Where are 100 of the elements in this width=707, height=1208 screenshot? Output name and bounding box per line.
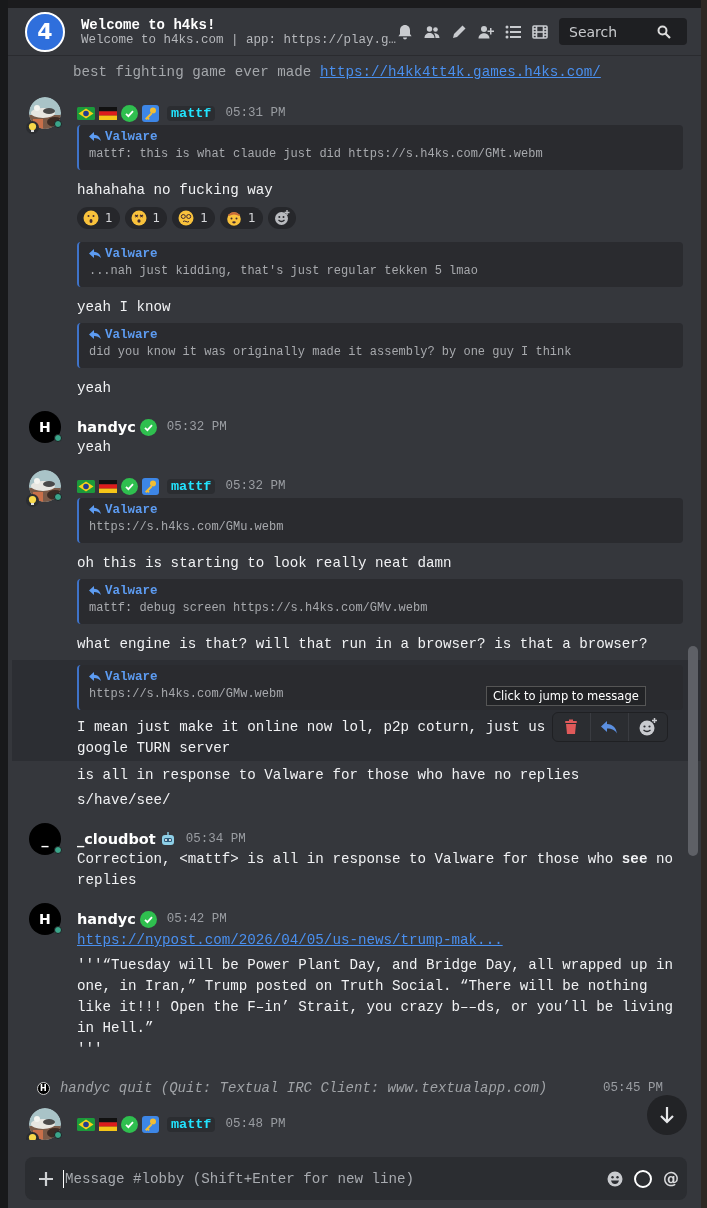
quote-author: Valware — [104, 670, 158, 684]
emoji-icon — [225, 210, 242, 226]
user-avatar: _ — [28, 823, 61, 855]
timestamp: 05:45 PM — [603, 1081, 664, 1095]
reply-arrow-icon — [88, 249, 101, 259]
quote-author: Valware — [104, 503, 158, 517]
message-link[interactable]: https://nypost.com/2026/04/05/us-news/trump-mak... — [76, 932, 503, 948]
add-emoji-icon — [273, 210, 290, 226]
quote-text: https://s.h4ks.com/GMw.webm — [88, 686, 284, 703]
username[interactable]: mattf — [166, 105, 216, 121]
reply-arrow-icon — [88, 672, 101, 682]
down-arrow-icon — [659, 1106, 676, 1124]
username[interactable]: mattf — [166, 1116, 216, 1132]
key-icon — [141, 104, 159, 122]
message-text: what engine is that? will that run in a browser? is that a browser? — [76, 635, 648, 654]
germany-flag-icon — [98, 1117, 117, 1131]
message-text: Correction, <mattf> is all in response to Valware for those who see no replies — [76, 850, 674, 890]
username[interactable]: handyc — [76, 419, 136, 435]
message-text: yeah — [76, 379, 112, 398]
reply-quote[interactable]: Valware mattf: debug screen https://s.h4ks.com/GMv.webm — [76, 579, 684, 624]
username[interactable]: _cloudbot — [76, 831, 156, 847]
username[interactable]: handyc — [76, 911, 136, 927]
reply-icon — [600, 719, 619, 735]
verified-check-icon — [139, 418, 157, 436]
message-text: I mean just make it online now lol, p2p coturn, just us google TURN server — [76, 718, 546, 758]
quote-author: Valware — [104, 328, 158, 342]
lightbulb-icon — [25, 494, 39, 507]
username[interactable]: mattf — [166, 478, 216, 494]
reply-quote[interactable]: Valware did you know it was originally made it assembly? by one guy I think — [76, 323, 684, 368]
reaction-button[interactable]: 1 — [219, 207, 263, 229]
reply-arrow-icon — [88, 132, 101, 142]
message-text: is all in response to Valware for those who have no replies — [76, 766, 580, 785]
germany-flag-icon — [98, 106, 117, 120]
reaction-button[interactable]: 1 — [76, 207, 120, 229]
user-avatar: H — [28, 411, 61, 443]
verified-check-icon — [120, 477, 138, 495]
emoji-icon — [82, 210, 99, 226]
emoji-icon — [178, 210, 195, 226]
reply-quote[interactable]: Valware ...nah just kidding, that's just regular tekken 5 lmao — [76, 242, 684, 287]
verified-check-icon — [120, 104, 138, 122]
robot-icon — [159, 831, 176, 847]
quote-author: Valware — [104, 247, 158, 261]
message-text: yeah — [76, 438, 112, 457]
channel-badge: 4 — [24, 11, 65, 52]
message-input[interactable]: Message #lobby (Shift+Enter for new line) — [62, 1169, 598, 1188]
reply-arrow-icon — [88, 505, 101, 515]
attach-button[interactable] — [38, 1171, 53, 1186]
quote-author: Valware — [104, 130, 158, 144]
timestamp: 05:32 PM — [166, 420, 227, 434]
message-text: hahahaha no fucking way — [76, 181, 273, 200]
quote-text: mattf: this is what claude just did https://s.h4ks.com/GMt.webm — [88, 146, 543, 163]
timestamp: 05:34 PM — [185, 832, 246, 846]
quote-text: did you know it was originally made it assembly? by one guy I think — [88, 344, 572, 361]
channel-title: Welcome to h4ks! — [80, 16, 217, 33]
message-text: best fighting game ever made https://h4kk4tt4k.games.h4ks.com/ — [71, 63, 602, 82]
message-text: s/have/see/ — [76, 791, 171, 810]
quote-text: https://s.h4ks.com/GMu.webm — [88, 519, 284, 536]
timestamp: 05:48 PM — [225, 1117, 286, 1131]
mention-button[interactable]: @ — [663, 1169, 680, 1188]
timestamp: 05:32 PM — [225, 479, 286, 493]
reaction-button[interactable]: 1 — [124, 207, 168, 229]
lightbulb-icon — [25, 121, 39, 134]
message-text: yeah I know — [76, 298, 171, 317]
verified-check-icon — [120, 1115, 138, 1133]
circle-icon[interactable] — [633, 1168, 654, 1189]
tooltip: Click to jump to message — [485, 686, 646, 706]
reaction-button[interactable]: 1 — [172, 207, 215, 229]
reply-quote[interactable]: Valware https://s.h4ks.com/GMu.webm — [76, 498, 684, 543]
search-field[interactable]: Search — [559, 18, 688, 45]
add-reaction-button[interactable] — [267, 207, 296, 229]
key-icon — [141, 477, 159, 495]
verified-check-icon — [139, 910, 157, 928]
user-avatar: H — [36, 1081, 50, 1095]
message-link[interactable]: https://h4kk4tt4k.games.h4ks.com/ — [319, 64, 601, 80]
plus-icon — [38, 1171, 53, 1186]
add-emoji-icon — [637, 718, 658, 736]
brazil-flag-icon — [76, 106, 95, 120]
key-icon — [141, 1115, 159, 1133]
message-text: '''“Tuesday will be Power Plant Day, and Bridge Day, all wrapped up in one, in Iran,” Trump posted on Truth Social. “There will be nothing like it!!! Open the F–in’ Strait, you crazy b––ds, or you’ll be living in Hell.” ''' — [76, 956, 674, 1059]
emoji-icon — [130, 210, 147, 226]
quote-text: ...nah just kidding, that's just regular tekken 5 lmao — [88, 263, 478, 280]
brazil-flag-icon — [76, 1117, 95, 1131]
quote-author: Valware — [104, 584, 158, 598]
film-icon[interactable] — [531, 22, 550, 41]
search-input[interactable]: Search — [567, 22, 658, 41]
user-avatar: H — [28, 903, 61, 935]
reply-quote[interactable]: Valware mattf: this is what claude just did https://s.h4ks.com/GMt.webm — [76, 125, 684, 170]
germany-flag-icon — [98, 479, 117, 493]
system-message: handyc quit (Quit: Textual IRC Client: www.textualapp.com) — [59, 1080, 548, 1096]
timestamp: 05:42 PM — [166, 912, 227, 926]
reply-arrow-icon — [88, 330, 101, 340]
reply-arrow-icon — [88, 586, 101, 596]
quote-text: mattf: debug screen https://s.h4ks.com/GMv.webm — [88, 600, 428, 617]
brazil-flag-icon — [76, 479, 95, 493]
message-composer[interactable]: Message #lobby (Shift+Enter for new line) @ — [24, 1157, 688, 1200]
timestamp: 05:31 PM — [225, 106, 286, 120]
search-icon[interactable] — [657, 24, 672, 39]
channel-topic: Welcome to h4ks.com | app: https://play.g… — [80, 32, 397, 47]
emoji-icon[interactable] — [607, 1170, 624, 1187]
scroll-down-button[interactable] — [647, 1095, 688, 1135]
